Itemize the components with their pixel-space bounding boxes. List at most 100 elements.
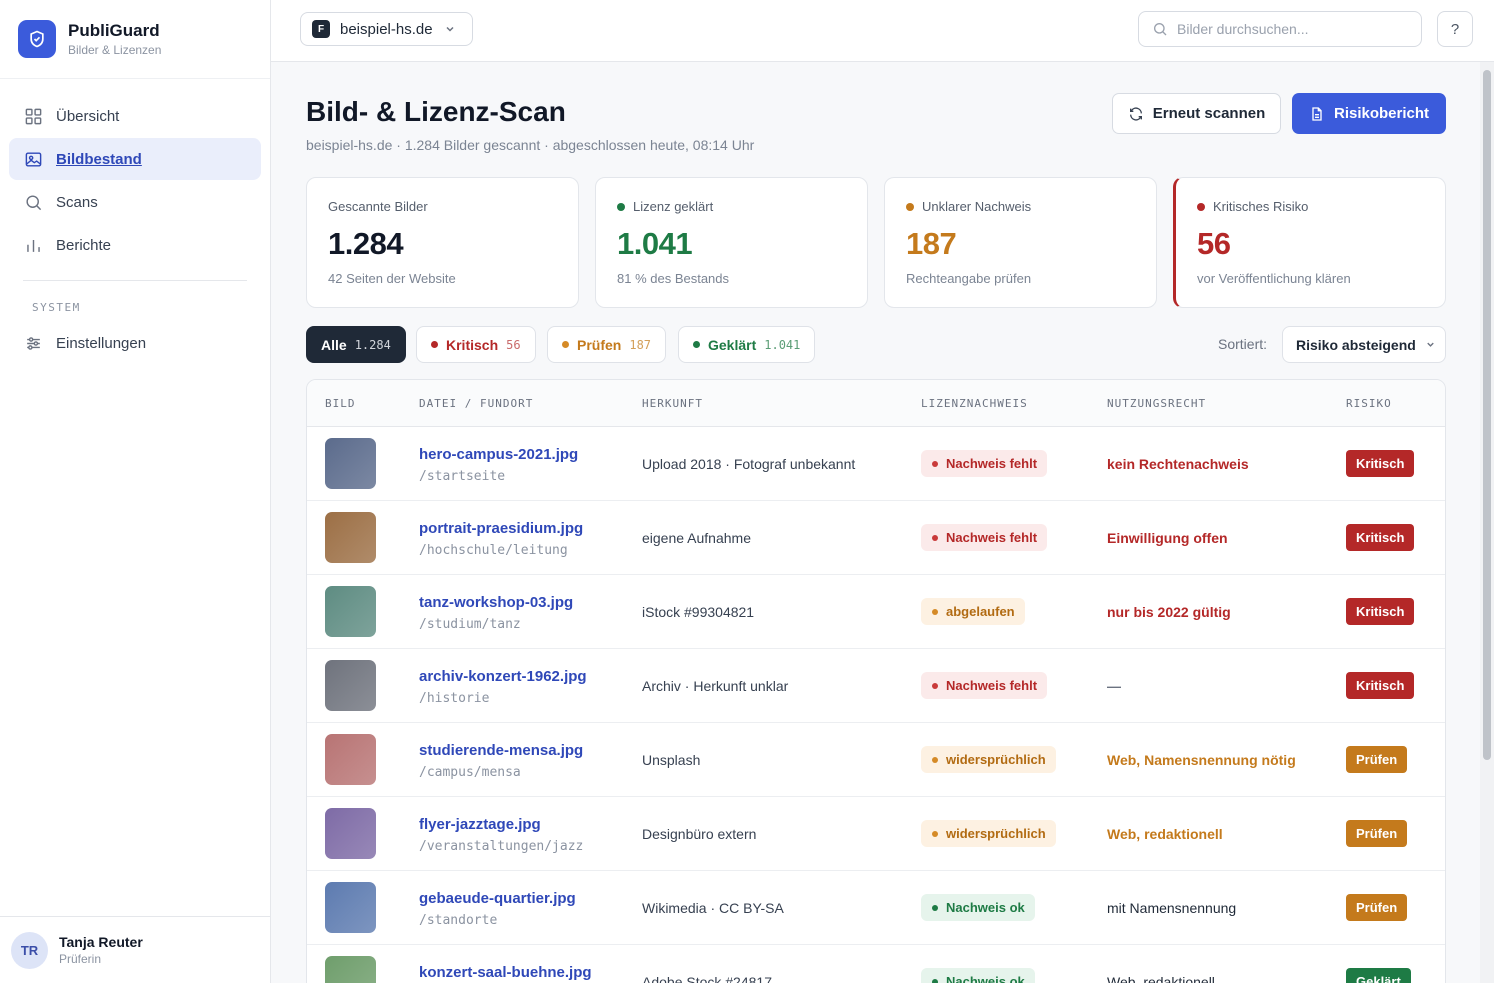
file-name-link[interactable]: tanz-workshop-03.jpg <box>419 594 573 611</box>
table-row[interactable]: portrait-praesidium.jpg/hochschule/leitu… <box>307 501 1445 575</box>
license-badge: Nachweis ok <box>921 894 1035 921</box>
sort-label: Sortiert: <box>1218 336 1268 352</box>
status-dot <box>1197 202 1205 211</box>
filter-chip-pruefen[interactable]: Prüfen 187 <box>547 326 667 363</box>
usage-right: — <box>1107 678 1121 694</box>
table-body: hero-campus-2021.jpg/startseite Upload 20… <box>307 427 1445 983</box>
risk-report-button[interactable]: Risikobericht <box>1292 93 1446 134</box>
license-label: Nachweis ok <box>946 900 1025 915</box>
column-header-bild[interactable]: BILD <box>325 397 356 410</box>
file-name-link[interactable]: hero-campus-2021.jpg <box>419 446 578 463</box>
brand-subtitle: Bilder & Lizenzen <box>68 43 162 57</box>
license-badge: Nachweis ok <box>921 968 1035 983</box>
rescan-button[interactable]: Erneut scannen <box>1112 93 1281 134</box>
filter-label: Prüfen <box>577 336 622 353</box>
image-thumbnail[interactable] <box>325 808 376 859</box>
license-badge: widersprüchlich <box>921 820 1056 847</box>
status-dot <box>617 202 625 211</box>
sidebar-item-scans[interactable]: Scans <box>9 181 261 223</box>
usage-right: kein Rechtenachweis <box>1107 456 1249 472</box>
usage-right: nur bis 2022 gültig <box>1107 604 1231 620</box>
table-row[interactable]: tanz-workshop-03.jpg/studium/tanz iStock … <box>307 575 1445 649</box>
file-path: /hochschule/leitung <box>419 543 568 558</box>
user-profile[interactable]: TR Tanja Reuter Prüferin <box>0 916 270 983</box>
grid-icon <box>25 108 42 124</box>
status-dot <box>932 904 938 911</box>
image-thumbnail[interactable] <box>325 660 376 711</box>
site-selector[interactable]: F beispiel-hs.de <box>300 12 473 46</box>
sidebar-item-bildbestand[interactable]: Bildbestand <box>9 138 261 180</box>
brand: PubliGuard Bilder & Lizenzen <box>0 0 270 79</box>
file-path: /veranstaltungen/jazz <box>419 839 584 854</box>
table-row[interactable]: hero-campus-2021.jpg/startseite Upload 20… <box>307 427 1445 501</box>
stat-card-cleared: Lizenz geklärt 1.041 81 % des Bestands <box>595 177 868 308</box>
column-header-risiko[interactable]: RISIKO <box>1346 397 1392 410</box>
file-path: /startseite <box>419 469 506 484</box>
image-thumbnail[interactable] <box>325 438 376 489</box>
image-thumbnail[interactable] <box>325 956 376 983</box>
sliders-icon <box>27 336 40 350</box>
status-dot <box>693 341 700 348</box>
stat-card-scanned: Gescannte Bilder 1.284 42 Seiten der Web… <box>306 177 579 308</box>
file-name-link[interactable]: gebaeude-quartier.jpg <box>419 890 576 907</box>
origin: Wikimedia · CC BY-SA <box>642 900 784 916</box>
column-header-datei[interactable]: DATEI / FUNDORT <box>419 397 533 410</box>
image-thumbnail[interactable] <box>325 586 376 637</box>
column-header-herkunft[interactable]: HERKUNFT <box>642 397 703 410</box>
risk-badge: Prüfen <box>1346 894 1408 921</box>
table-row[interactable]: gebaeude-quartier.jpg/standorte Wikimedia… <box>307 871 1445 945</box>
image-thumbnail[interactable] <box>325 882 376 933</box>
status-dot <box>932 534 938 541</box>
sort-select[interactable]: Risiko absteigend <box>1282 326 1446 363</box>
column-header-lizenz[interactable]: LIZENZNACHWEIS <box>921 397 1028 410</box>
column-header-nutzungsrecht[interactable]: NUTZUNGSRECHT <box>1107 397 1206 410</box>
file-name-link[interactable]: flyer-jazztage.jpg <box>419 816 541 833</box>
sidebar-item-berichte[interactable]: Berichte <box>9 224 261 266</box>
scrollbar[interactable] <box>1480 62 1494 983</box>
document-icon <box>1312 106 1322 121</box>
app-window: PubliGuard Bilder & Lizenzen Übersicht B… <box>0 0 1494 983</box>
image-icon <box>25 151 42 167</box>
stat-label: Kritisches Risiko <box>1213 199 1309 214</box>
license-badge: Nachweis fehlt <box>921 672 1048 699</box>
filter-label: Kritisch <box>446 336 499 353</box>
filter-chip-geklaert[interactable]: Geklärt 1.041 <box>678 326 816 363</box>
refresh-icon <box>1129 106 1142 121</box>
table-row[interactable]: flyer-jazztage.jpg/veranstaltungen/jazz D… <box>307 797 1445 871</box>
scrollbar-thumb[interactable] <box>1483 70 1491 760</box>
file-name-link[interactable]: konzert-saal-buehne.jpg <box>419 964 592 981</box>
table-row[interactable]: konzert-saal-buehne.jpg Adobe Stock #2481… <box>307 945 1445 983</box>
status-dot <box>932 756 938 763</box>
file-name-link[interactable]: portrait-praesidium.jpg <box>419 520 583 537</box>
sidebar-item-einstellungen[interactable]: Einstellungen <box>9 322 261 364</box>
stat-note: 81 % des Bestands <box>617 271 730 286</box>
risk-badge: Kritisch <box>1346 524 1415 551</box>
usage-right: Web, redaktionell <box>1107 826 1223 842</box>
risk-badge: Geklärt <box>1346 968 1411 983</box>
filter-chip-alle[interactable]: Alle 1.284 <box>306 326 406 363</box>
file-name-link[interactable]: archiv-konzert-1962.jpg <box>419 668 587 685</box>
stat-label-row: Lizenz geklärt <box>617 199 867 214</box>
filter-chip-kritisch[interactable]: Kritisch 56 <box>416 326 536 363</box>
image-thumbnail[interactable] <box>325 734 376 785</box>
filter-count: 1.041 <box>764 337 801 352</box>
stats-row: Gescannte Bilder 1.284 42 Seiten der Web… <box>306 177 1446 308</box>
sidebar-item-uebersicht[interactable]: Übersicht <box>9 95 261 137</box>
search-input[interactable] <box>1177 21 1407 37</box>
bar-chart-icon <box>27 239 40 252</box>
origin: Designbüro extern <box>642 826 757 842</box>
risk-badge: Kritisch <box>1346 672 1415 699</box>
rescan-label: Erneut scannen <box>1152 105 1266 122</box>
table-row[interactable]: archiv-konzert-1962.jpg/historie Archiv ·… <box>307 649 1445 723</box>
help-button[interactable]: ? <box>1437 11 1473 47</box>
image-thumbnail[interactable] <box>325 512 376 563</box>
topbar: F beispiel-hs.de ? <box>271 0 1494 62</box>
status-dot <box>932 682 938 689</box>
brand-name: PubliGuard <box>68 21 160 40</box>
origin: eigene Aufnahme <box>642 530 751 546</box>
status-dot <box>906 202 914 211</box>
main-area: F beispiel-hs.de ? Bild- & Lizenz-Scan b… <box>271 0 1494 983</box>
file-name-link[interactable]: studierende-mensa.jpg <box>419 742 583 759</box>
usage-right: Web, redaktionell <box>1107 974 1215 983</box>
table-row[interactable]: studierende-mensa.jpg/campus/mensa Unspla… <box>307 723 1445 797</box>
